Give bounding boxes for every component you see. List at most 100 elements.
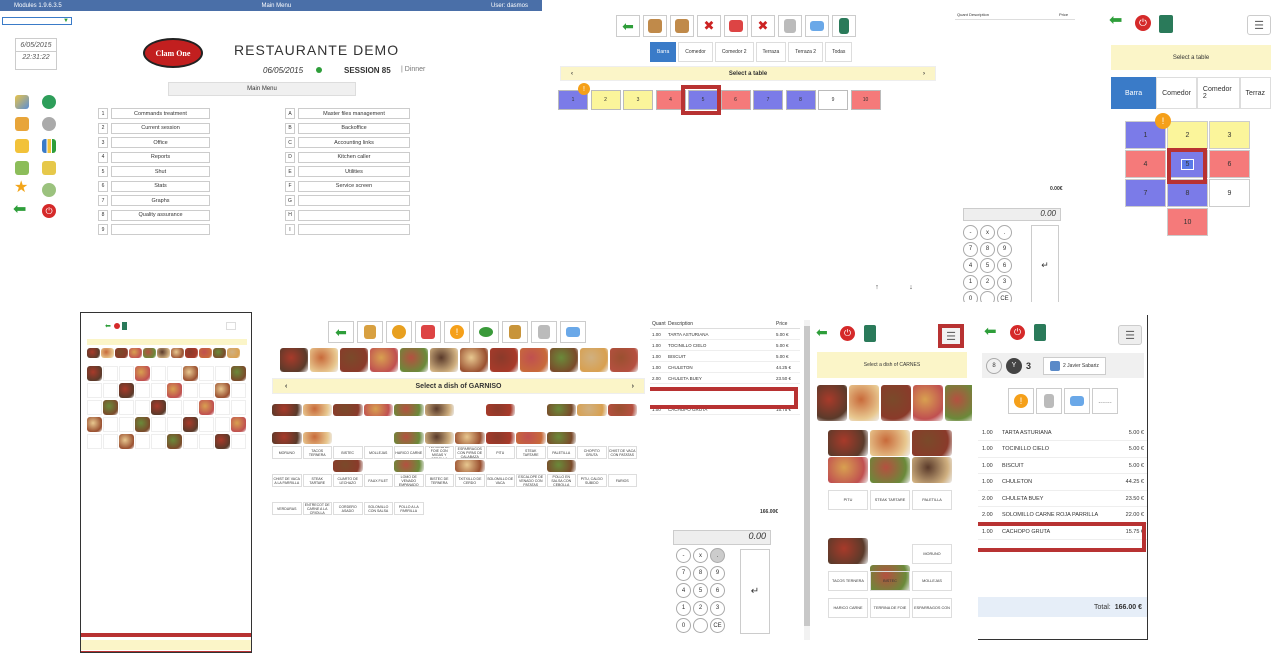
- category-image[interactable]: [157, 348, 170, 358]
- dish-cell[interactable]: [199, 366, 214, 381]
- dish-cell[interactable]: [119, 417, 134, 432]
- notes-icon[interactable]: [15, 117, 29, 131]
- menu-button[interactable]: [226, 322, 236, 330]
- category-image[interactable]: [881, 385, 911, 421]
- tab-comedor[interactable]: Comedor: [1156, 77, 1197, 109]
- numpad-key[interactable]: 2: [693, 600, 708, 616]
- dish-cell[interactable]: [87, 400, 102, 415]
- dish-image[interactable]: [87, 417, 102, 432]
- dish-item[interactable]: SOLOMILLO DE VACA: [485, 474, 515, 487]
- category-image[interactable]: [185, 348, 198, 358]
- dish-item[interactable]: SOLOMILLO CON SALSA: [363, 502, 393, 515]
- power-icon[interactable]: ⏻: [1010, 325, 1025, 340]
- dish-item[interactable]: PITU, CALDO SUBIDO: [577, 474, 607, 487]
- table-6[interactable]: 6: [1209, 150, 1250, 178]
- category-image[interactable]: [460, 348, 488, 372]
- dish-item[interactable]: BISTEC DE TERNERA: [424, 474, 454, 487]
- dish-cell[interactable]: [119, 366, 134, 381]
- dish-image[interactable]: [455, 432, 485, 444]
- dish-cell[interactable]: [199, 417, 214, 432]
- dish-item[interactable]: PITU: [485, 446, 515, 459]
- dish-cell[interactable]: [215, 400, 230, 415]
- dish-cell[interactable]: [183, 400, 198, 415]
- ticket-icon[interactable]: [531, 321, 557, 343]
- dish-item[interactable]: CHIST DE VACA A LA PARRILLA: [272, 474, 302, 487]
- refresh-icon[interactable]: [42, 183, 56, 197]
- dish-item[interactable]: MORUNO: [272, 446, 302, 459]
- numpad-key[interactable]: x: [980, 225, 995, 240]
- numpad-key[interactable]: 6: [997, 258, 1012, 273]
- dish-image[interactable]: [577, 404, 607, 416]
- dish-cell[interactable]: [151, 366, 166, 381]
- dish-image[interactable]: [485, 404, 515, 416]
- dish-image[interactable]: [912, 430, 952, 456]
- numpad-key[interactable]: 5: [980, 258, 995, 273]
- table-2[interactable]: 2: [1167, 121, 1208, 149]
- table-3[interactable]: 3: [623, 90, 653, 110]
- tab-comedor-2[interactable]: Comedor 2: [714, 42, 754, 62]
- ticket-line[interactable]: 1.00 BISCUIT 5.00 €: [650, 352, 800, 362]
- dish-cell[interactable]: [167, 417, 182, 432]
- edit-icon[interactable]: [15, 161, 29, 175]
- category-image[interactable]: [199, 348, 212, 358]
- more-icon[interactable]: .......: [1092, 388, 1118, 414]
- table-icon[interactable]: 8: [986, 357, 1002, 374]
- table-8[interactable]: 8: [1167, 179, 1208, 207]
- card-icon[interactable]: [560, 321, 586, 343]
- back-arrow-icon[interactable]: ⬅: [328, 321, 354, 343]
- dish-item[interactable]: BISTEC: [333, 446, 363, 459]
- dish-item[interactable]: ESPARRAGOS CON: [912, 598, 952, 618]
- globe-icon[interactable]: [42, 95, 56, 109]
- dish-image[interactable]: [151, 400, 166, 415]
- back-arrow-icon[interactable]: ⬅: [616, 15, 640, 37]
- dish-cell[interactable]: [167, 366, 182, 381]
- back-arrow-icon[interactable]: ⬅: [816, 325, 828, 339]
- dish-image[interactable]: [103, 400, 118, 415]
- dish-cell[interactable]: [215, 417, 230, 432]
- ticket-line[interactable]: 1.00 CHULETON 44.25 €: [978, 475, 1147, 491]
- dish-cell[interactable]: [231, 434, 246, 449]
- dish-image[interactable]: [231, 417, 246, 432]
- numpad-key[interactable]: x: [693, 548, 708, 563]
- dish-cell[interactable]: [151, 434, 166, 449]
- dish-item[interactable]: TACOS TERNERA: [302, 446, 332, 459]
- dish-image[interactable]: [333, 460, 363, 472]
- table-7[interactable]: 7: [1125, 179, 1166, 207]
- dish-cell[interactable]: [87, 383, 102, 398]
- dish-image[interactable]: [516, 432, 546, 444]
- comment-icon[interactable]: [473, 321, 499, 343]
- dish-image[interactable]: [87, 366, 102, 381]
- ticket-line[interactable]: 1.00 BISCUIT 5.00 €: [978, 458, 1147, 474]
- menu-button[interactable]: ☰: [938, 324, 964, 348]
- dish-image[interactable]: [135, 366, 150, 381]
- numpad-key[interactable]: 9: [710, 565, 725, 581]
- tab-comedor[interactable]: Comedor: [678, 42, 713, 62]
- numpad-key[interactable]: .: [710, 548, 725, 563]
- category-image[interactable]: [945, 385, 972, 421]
- power-icon[interactable]: ⏻: [1135, 15, 1151, 31]
- menu-item[interactable]: 9: [98, 224, 210, 235]
- book-icon[interactable]: [724, 15, 748, 37]
- back-arrow-icon[interactable]: ⬅: [105, 322, 111, 330]
- menu-item[interactable]: 4 Reports: [98, 151, 210, 163]
- dish-cell[interactable]: [103, 417, 118, 432]
- table-10[interactable]: 10: [1167, 208, 1208, 236]
- dish-cell[interactable]: [103, 383, 118, 398]
- dish-item[interactable]: PITU: [828, 490, 868, 510]
- dish-image[interactable]: [828, 430, 868, 456]
- dish-image[interactable]: [485, 432, 515, 444]
- numpad-key[interactable]: 3: [997, 274, 1012, 290]
- table-8[interactable]: 8: [785, 90, 816, 110]
- category-image[interactable]: [580, 348, 608, 372]
- category-image[interactable]: [143, 348, 156, 358]
- chevron-right-icon[interactable]: ›: [632, 383, 634, 390]
- table-4[interactable]: 4: [1125, 150, 1166, 178]
- ticket-line[interactable]: 2.00 CHULETA BUEY 23.50 €: [650, 374, 800, 384]
- dish-item[interactable]: BISTEC: [870, 571, 910, 591]
- category-image[interactable]: [227, 348, 240, 358]
- category-image[interactable]: [849, 385, 879, 421]
- ticket-icon[interactable]: [778, 15, 802, 37]
- dish-image[interactable]: [394, 460, 424, 472]
- table-7[interactable]: 7: [753, 90, 783, 110]
- category-image[interactable]: [129, 348, 142, 358]
